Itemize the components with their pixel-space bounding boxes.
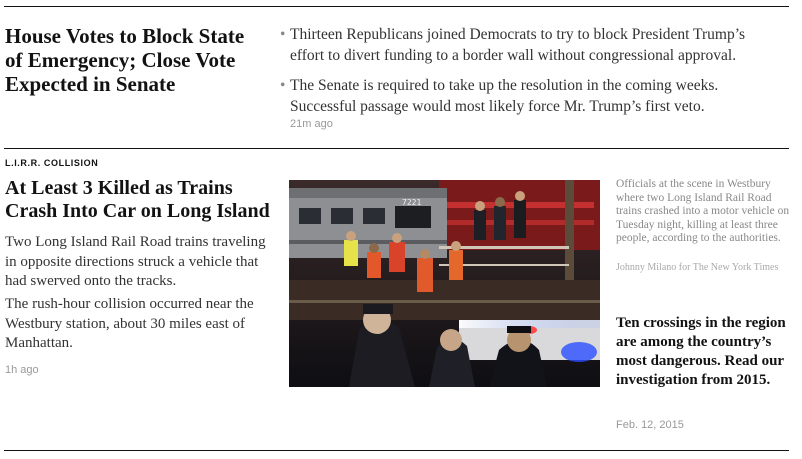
photo-credit: Johnny Milano for The New York Times <box>616 262 779 273</box>
summary-text: Thirteen Republicans joined Democrats to… <box>290 26 746 64</box>
headline-state-of-emergency[interactable]: House Votes to Block State of Emergency;… <box>5 24 265 96</box>
train-number-label: 7221 <box>402 198 421 207</box>
photo-caption: Officials at the scene in Westbury where… <box>616 178 790 244</box>
section-rule <box>4 148 789 149</box>
summary-text: The Senate is required to take up the re… <box>290 77 719 115</box>
story-timestamp: 21m ago <box>290 118 333 130</box>
top-rule <box>4 6 789 7</box>
related-story-date: Feb. 12, 2015 <box>616 419 684 431</box>
summary-bullet: • Thirteen Republicans joined Democrats t… <box>280 24 780 66</box>
bullet-dot: • <box>280 77 286 94</box>
story-summary-list: • Thirteen Republicans joined Democrats t… <box>280 24 780 126</box>
story-kicker[interactable]: L.I.R.R. COLLISION <box>5 158 98 168</box>
story-paragraph: Two Long Island Rail Road trains traveli… <box>5 234 266 289</box>
headline-train-crash[interactable]: At Least 3 Killed as Trains Crash Into C… <box>5 177 275 223</box>
story-timestamp: 1h ago <box>5 364 39 376</box>
related-story-headline[interactable]: Ten crossings in the region are among th… <box>616 314 792 390</box>
bottom-rule <box>4 450 789 451</box>
news-photo-train-crash[interactable]: 7221 <box>289 180 600 387</box>
bullet-dot: • <box>280 26 286 43</box>
summary-bullet: • The Senate is required to take up the r… <box>280 75 780 117</box>
story-paragraph: The rush-hour collision occurred near th… <box>5 296 254 351</box>
